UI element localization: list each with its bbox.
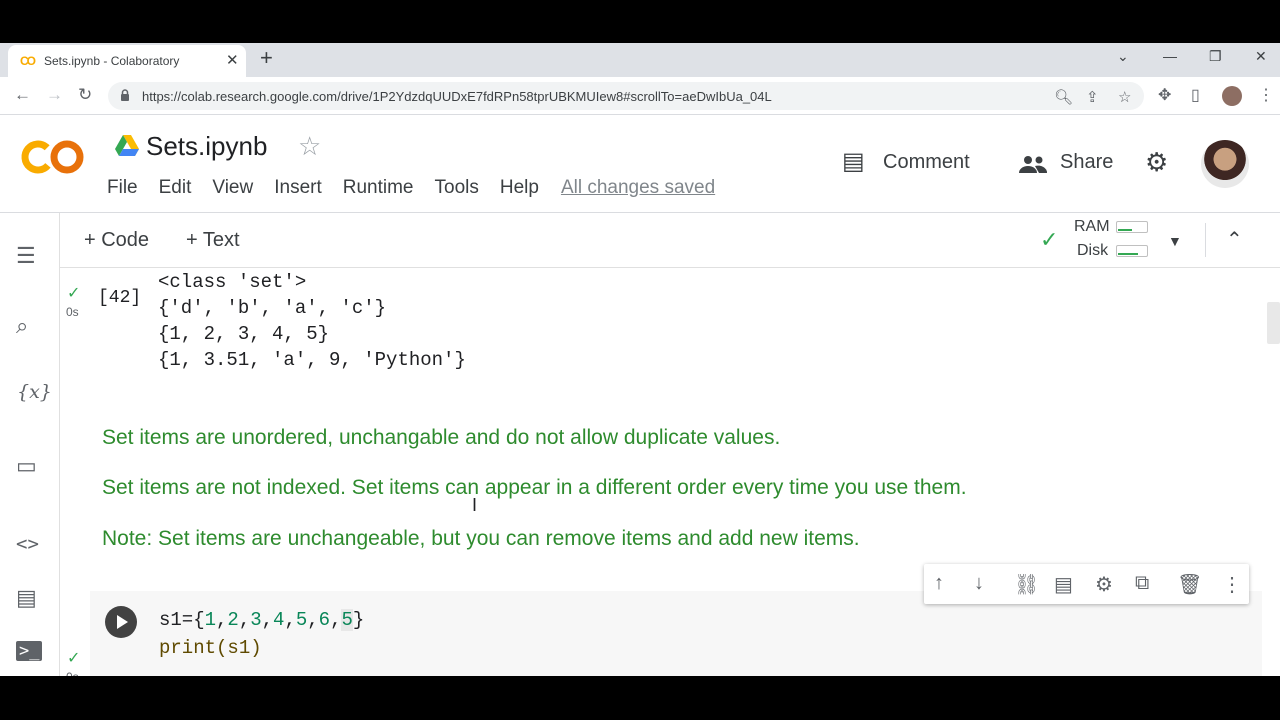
mirror-cell-icon[interactable]: ⧉ [1135, 572, 1149, 595]
notebook-main: ✓ 0s [42] <class 'set'> {'d', 'b', 'a', … [60, 268, 1280, 676]
code-line: s1={1,2,3,4,5,6,5} [159, 609, 365, 631]
star-icon[interactable]: ☆ [298, 131, 321, 162]
menu-view[interactable]: View [212, 177, 253, 199]
markdown-line[interactable]: Set items are unordered, unchangable and… [102, 426, 780, 450]
collapse-header-icon[interactable]: ⌃ [1226, 227, 1243, 252]
zoom-icon[interactable]: 🔍︎ [1054, 88, 1073, 106]
comment-icon[interactable]: ▤ [842, 147, 865, 176]
menu-insert[interactable]: Insert [274, 177, 322, 199]
executed-check-icon: ✓ [67, 650, 81, 667]
cell-toolbar: ↑ ↓ ⛓ ▤ ⚙ ⧉ 🗑︎ ⋮ [924, 564, 1249, 604]
exec-time: 0s [66, 305, 79, 319]
menu-tools[interactable]: Tools [435, 177, 479, 199]
share-button[interactable]: Share [1060, 151, 1113, 174]
disk-label[interactable]: Disk [1077, 242, 1108, 260]
address-bar-row: ← → ↻ https://colab.research.google.com/… [0, 77, 1280, 115]
restore-icon[interactable]: ❐ [1209, 48, 1222, 65]
side-panel-icon[interactable]: ▯ [1191, 85, 1200, 105]
comment-cell-icon[interactable]: ▤ [1054, 572, 1073, 597]
code-snippets-icon[interactable]: <> [16, 533, 39, 555]
connected-check-icon: ✓ [1040, 227, 1059, 252]
colab-favicon-icon: CO [20, 54, 36, 68]
close-window-icon[interactable]: ✕ [1255, 48, 1267, 65]
search-icon[interactable]: ⌕ [16, 313, 28, 339]
files-folder-icon[interactable]: ▭ [16, 453, 37, 479]
run-cell-button[interactable] [105, 606, 137, 638]
add-code-button[interactable]: + Code [84, 229, 149, 252]
more-options-icon[interactable]: ⋮ [1222, 572, 1242, 597]
text-cursor-icon: I [472, 495, 478, 515]
minimize-icon[interactable]: — [1163, 48, 1177, 64]
close-tab-icon[interactable]: ✕ [226, 51, 239, 69]
notebook-toolbar: + Code + Text ✓ RAM Disk ▼ ⌃ [60, 213, 1280, 268]
ram-meter[interactable] [1116, 221, 1148, 233]
left-sidebar: ☰ ⌕ {𝑥} ▭ <> ▤ >_ [0, 213, 60, 676]
runtime-dropdown-icon[interactable]: ▼ [1168, 233, 1182, 249]
reload-icon[interactable]: ↻ [78, 85, 92, 105]
browser-profile-avatar[interactable] [1222, 86, 1242, 106]
colab-logo[interactable] [20, 137, 86, 177]
back-icon[interactable]: ← [14, 85, 31, 105]
url-text: https://colab.research.google.com/drive/… [142, 89, 772, 104]
notebook-title[interactable]: Sets.ipynb [146, 131, 267, 162]
ram-label[interactable]: RAM [1074, 218, 1110, 236]
markdown-line[interactable]: Set items are not indexed. Set items can… [102, 476, 967, 500]
menu-runtime[interactable]: Runtime [343, 177, 414, 199]
move-down-icon[interactable]: ↓ [974, 572, 984, 595]
toolbar-divider [1205, 223, 1206, 257]
colab-header: Sets.ipynb ☆ File Edit View Insert Runti… [0, 115, 1280, 213]
cell-settings-icon[interactable]: ⚙ [1095, 572, 1113, 597]
menu-help[interactable]: Help [500, 177, 539, 199]
extensions-icon[interactable]: ✥ [1158, 85, 1171, 105]
share-people-icon[interactable] [1018, 155, 1048, 173]
link-icon[interactable]: ⛓ [1014, 572, 1039, 597]
scrollbar-thumb[interactable] [1267, 302, 1280, 344]
tab-strip: CO Sets.ipynb - Colaboratory ✕ + ⌄ — ❐ ✕ [0, 43, 1280, 77]
menu-bar: File Edit View Insert Runtime Tools Help… [107, 177, 736, 199]
user-avatar[interactable] [1201, 140, 1249, 188]
markdown-line[interactable]: Note: Set items are unchangeable, but yo… [102, 527, 860, 551]
code-line: print(s1) [159, 637, 262, 659]
forward-icon[interactable]: → [46, 85, 63, 105]
terminal-icon[interactable]: >_ [16, 641, 43, 661]
delete-icon[interactable]: 🗑︎ [1177, 572, 1202, 597]
table-of-contents-icon[interactable]: ☰ [16, 243, 36, 269]
share-page-icon[interactable]: ⇪ [1086, 88, 1099, 106]
tab-search-icon[interactable]: ⌄ [1117, 48, 1129, 65]
command-palette-icon[interactable]: ▤ [16, 585, 37, 611]
omnibox[interactable]: https://colab.research.google.com/drive/… [108, 82, 1144, 110]
execution-count: [42] [98, 288, 142, 308]
add-text-button[interactable]: + Text [186, 229, 240, 252]
comment-button[interactable]: Comment [883, 151, 970, 174]
lock-icon [121, 89, 129, 101]
output-line: <class 'set'> [158, 271, 307, 293]
menu-file[interactable]: File [107, 177, 138, 199]
executed-check-icon: ✓ [67, 285, 81, 302]
menu-edit[interactable]: Edit [159, 177, 192, 199]
bookmark-star-icon[interactable]: ☆ [1118, 88, 1131, 106]
save-status[interactable]: All changes saved [561, 177, 715, 199]
exec-time: 0s [66, 670, 79, 676]
output-line: {1, 2, 3, 4, 5} [158, 323, 330, 345]
output-line: {'d', 'b', 'a', 'c'} [158, 297, 387, 319]
variables-icon[interactable]: {𝑥} [17, 381, 52, 403]
browser-tab[interactable]: CO Sets.ipynb - Colaboratory ✕ [8, 45, 246, 77]
settings-gear-icon[interactable]: ⚙ [1145, 147, 1168, 178]
new-tab-icon[interactable]: + [260, 47, 273, 69]
browser-window: CO Sets.ipynb - Colaboratory ✕ + ⌄ — ❐ ✕… [0, 43, 1280, 676]
disk-meter[interactable] [1116, 245, 1148, 257]
browser-menu-icon[interactable]: ⋮ [1258, 85, 1274, 105]
google-drive-icon[interactable] [115, 135, 139, 157]
move-up-icon[interactable]: ↑ [934, 572, 944, 595]
output-line: {1, 3.51, 'a', 9, 'Python'} [158, 349, 466, 371]
tab-title: Sets.ipynb - Colaboratory [44, 54, 180, 68]
